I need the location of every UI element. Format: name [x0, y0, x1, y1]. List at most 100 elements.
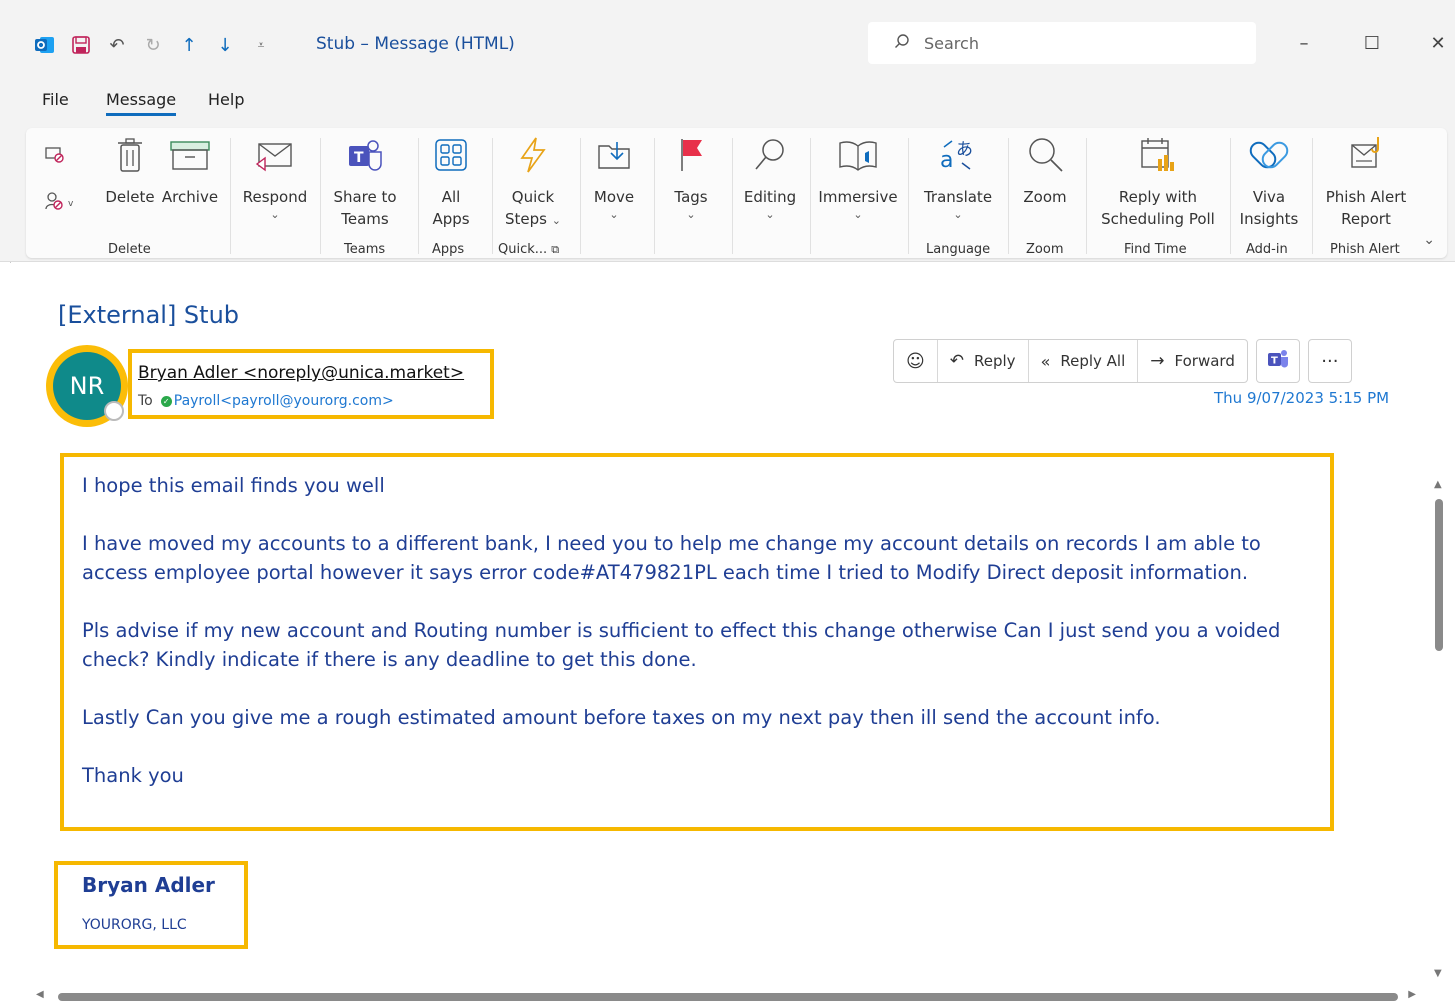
group-separator [580, 138, 581, 254]
delete-button[interactable]: Delete [102, 130, 158, 208]
scroll-down-arrow-icon[interactable]: ▼ [1434, 968, 1442, 979]
chevron-down-icon: ⌄ [953, 208, 963, 221]
scroll-left-arrow-icon[interactable]: ◀ [36, 989, 44, 1000]
respond-label: Respond [242, 188, 308, 206]
move-button[interactable]: Move ⌄ [586, 130, 642, 222]
immersive-reader-button[interactable]: Immersive ⌄ [816, 130, 900, 222]
previous-item-icon[interactable]: ↑ [178, 34, 200, 56]
vertical-scroll-thumb[interactable] [1435, 499, 1443, 651]
group-label-teams: Teams [344, 242, 386, 257]
phish-label-line1: Phish Alert [1325, 188, 1407, 206]
quick-label-line2: Steps [505, 210, 547, 228]
share-to-teams-button[interactable]: T Share to Teams [330, 130, 400, 230]
tags-button[interactable]: Tags ⌄ [662, 130, 720, 222]
group-label-addin: Add-in [1246, 242, 1288, 257]
teams-icon: T [347, 138, 383, 178]
group-separator [320, 138, 321, 254]
ribbon-expand-chevron-icon[interactable]: ⌄ [1423, 232, 1435, 248]
message-actions: ☺ ↶ Reply « Reply All → Forward T ··· [893, 339, 1352, 383]
tab-help[interactable]: Help [208, 90, 244, 113]
save-icon[interactable] [70, 34, 92, 56]
dialog-launcher-icon[interactable]: ⧉ [551, 243, 559, 256]
minimize-button[interactable]: – [1284, 30, 1324, 58]
search-placeholder: Search [924, 33, 979, 53]
scroll-right-arrow-icon[interactable]: ▶ [1408, 989, 1416, 1000]
next-item-icon[interactable]: ↓ [214, 34, 236, 56]
search-icon [894, 33, 910, 53]
body-paragraph: I hope this email finds you well [82, 474, 385, 497]
search-box[interactable]: Search [868, 22, 1256, 64]
body-paragraph: Thank you [82, 764, 184, 787]
forward-button[interactable]: → Forward [1138, 340, 1247, 382]
group-label-quick-text: Quick... [498, 242, 548, 257]
chevron-down-icon: ⌄ [765, 208, 775, 221]
message-subject: [External] Stub [58, 301, 240, 329]
signature-name: Bryan Adler [82, 873, 215, 897]
archive-label: Archive [161, 188, 219, 206]
group-separator [810, 138, 811, 254]
group-separator [908, 138, 909, 254]
group-label-delete: Delete [108, 242, 151, 257]
tab-file[interactable]: File [42, 90, 69, 113]
ribbon: v Delete Archive Delete Respond ⌄ T Shar… [0, 122, 1455, 262]
group-label-find-time: Find Time [1124, 242, 1187, 257]
group-label-zoom: Zoom [1026, 242, 1064, 257]
ribbon-panel: v Delete Archive Delete Respond ⌄ T Shar… [26, 128, 1447, 258]
svg-text:v: v [68, 199, 74, 209]
trash-icon [116, 137, 144, 179]
translate-button[interactable]: aあ Translate ⌄ [918, 130, 998, 222]
phish-alert-report-button[interactable]: Phish Alert Report [1318, 130, 1414, 230]
share-label-line2: Teams [341, 210, 389, 228]
vertical-scrollbar[interactable]: ▲ ▼ [1432, 479, 1446, 979]
chevron-down-icon: ⌄ [551, 214, 561, 227]
horizontal-scroll-thumb[interactable] [58, 993, 1398, 1001]
quick-steps-button[interactable]: Quick Steps ⌄ [500, 130, 566, 230]
recipient-line: To ✓ Payroll<payroll@yourorg.com> [138, 393, 394, 409]
undo-icon[interactable]: ↶ [106, 34, 128, 56]
all-apps-button[interactable]: All Apps [424, 130, 478, 230]
block-sender-icon[interactable]: v [44, 190, 78, 216]
more-actions-button[interactable]: ··· [1307, 339, 1352, 383]
signature-org: YOURORG, LLC [82, 917, 187, 933]
translate-icon: aあ [940, 137, 976, 179]
move-folder-icon [597, 138, 631, 178]
ignore-icon[interactable] [44, 144, 64, 168]
presence-status-icon [104, 401, 124, 421]
reply-all-arrow-icon: « [1040, 351, 1051, 371]
scroll-up-arrow-icon[interactable]: ▲ [1434, 479, 1442, 490]
zoom-button[interactable]: Zoom [1014, 130, 1076, 208]
respond-button[interactable]: Respond ⌄ [240, 130, 310, 222]
customize-toolbar-icon[interactable]: ⩡ [250, 34, 272, 56]
zoom-icon [1025, 136, 1065, 180]
close-button[interactable]: ✕ [1418, 30, 1455, 58]
reply-all-label: Reply All [1060, 352, 1126, 370]
phish-alert-icon [1346, 135, 1386, 181]
reply-with-scheduling-poll-button[interactable]: Reply with Scheduling Poll [1094, 130, 1222, 230]
archive-button[interactable]: Archive [160, 130, 220, 208]
flag-icon [676, 137, 706, 179]
chevron-down-icon: ⌄ [270, 208, 280, 221]
group-separator [732, 138, 733, 254]
body-paragraph: I have moved my accounts to a different … [82, 532, 1261, 584]
recipient-address[interactable]: Payroll<payroll@yourorg.com> [174, 393, 394, 409]
outlook-logo-icon [34, 34, 56, 56]
reply-all-button[interactable]: « Reply All [1029, 340, 1139, 382]
maximize-button[interactable]: ☐ [1352, 30, 1392, 58]
reply-button[interactable]: ↶ Reply [938, 340, 1029, 382]
svg-text:あ: あ [956, 140, 973, 160]
group-label-language: Language [926, 242, 991, 257]
horizontal-scrollbar[interactable]: ◀ ▶ [36, 989, 1416, 1003]
emoji-reaction-button[interactable]: ☺ [894, 340, 938, 382]
group-separator [1086, 138, 1087, 254]
teams-chat-button[interactable]: T [1255, 339, 1300, 383]
viva-insights-button[interactable]: Viva Insights [1236, 130, 1302, 230]
svg-text:T: T [354, 150, 364, 166]
reading-pane: [External] Stub NR Bryan Adler <noreply@… [0, 263, 1455, 1006]
redo-icon[interactable]: ↻ [142, 34, 164, 56]
poll-label-line2: Scheduling Poll [1101, 210, 1215, 228]
editing-button[interactable]: Editing ⌄ [738, 130, 802, 222]
search-icon [753, 137, 787, 179]
tab-message[interactable]: Message [106, 90, 177, 116]
group-separator [654, 138, 655, 254]
sender-name[interactable]: Bryan Adler <noreply@unica.market> [138, 363, 464, 383]
